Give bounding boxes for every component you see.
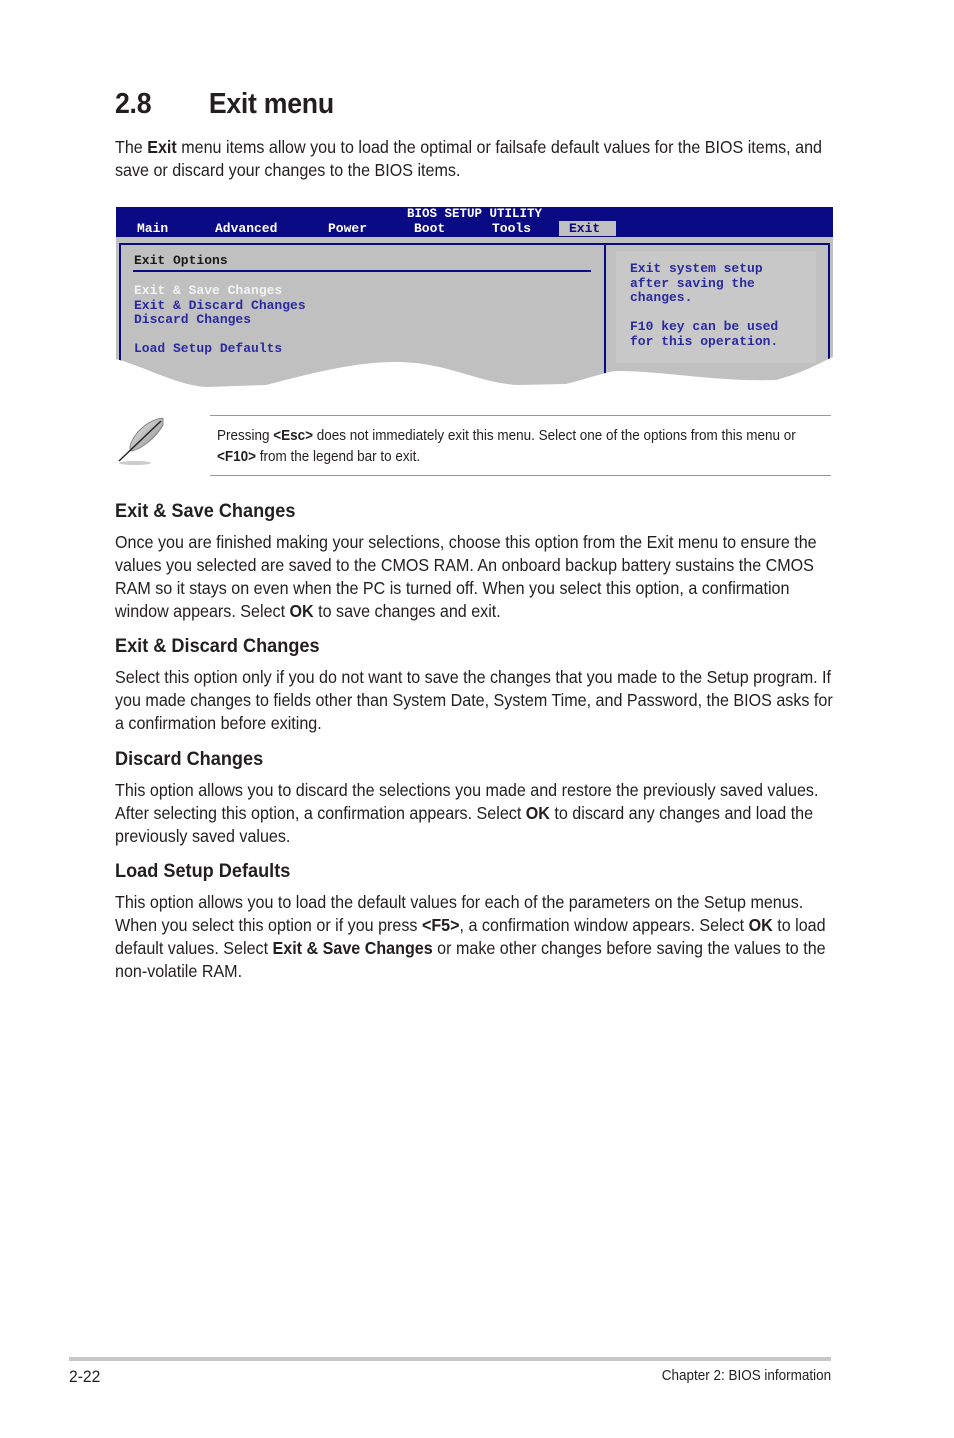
bios-panel-heading: Exit Options	[134, 253, 228, 268]
bios-tab-tools[interactable]: Tools	[492, 221, 531, 236]
bios-tab-boot[interactable]: Boot	[414, 221, 445, 236]
footer-rule	[69, 1357, 831, 1361]
bios-tab-exit[interactable]: Exit	[559, 221, 616, 236]
bold-text: Exit	[147, 137, 177, 157]
note-text: Pressing <Esc> does not immediately exit…	[217, 426, 812, 467]
bios-item-exit-save[interactable]: Exit & Save Changes	[134, 283, 282, 299]
bold-text: OK	[748, 915, 773, 935]
section-number: 2.8	[115, 88, 152, 120]
bold-text: OK	[289, 601, 314, 621]
bold-text: OK	[525, 803, 550, 823]
bios-item-discard[interactable]: Discard Changes	[134, 312, 251, 328]
bios-title: BIOS SETUP UTILITY	[406, 207, 543, 221]
bios-header-bar: BIOS SETUP UTILITY Main Advanced Power B…	[116, 207, 833, 237]
key-f5: <F5>	[421, 915, 460, 935]
text: menu items allow you to load the optimal…	[115, 137, 823, 180]
bios-tab-bar: Main Advanced Power Boot Tools Exit	[116, 221, 833, 236]
chapter-label: Chapter 2: BIOS information	[661, 1368, 831, 1384]
text: from the legend bar to exit.	[255, 448, 421, 465]
bios-help-line: Exit system setup	[630, 261, 763, 276]
bold-text: Exit & Save Changes	[272, 938, 433, 958]
bios-item-exit-discard[interactable]: Exit & Discard Changes	[134, 298, 306, 314]
heading-load-defaults: Load Setup Defaults	[115, 860, 291, 882]
text: to save changes and exit.	[313, 601, 501, 621]
paragraph-load-defaults: This option allows you to load the defau…	[115, 891, 842, 983]
paragraph-discard: This option allows you to discard the se…	[115, 779, 842, 848]
bios-tab-advanced[interactable]: Advanced	[215, 221, 277, 236]
note-bottom-rule	[210, 475, 831, 476]
bios-help-line: after saving the	[630, 275, 755, 291]
section-title-text: Exit menu	[208, 88, 334, 120]
paragraph-exit-save: Once you are finished making your select…	[115, 531, 842, 623]
heading-exit-save: Exit & Save Changes	[115, 500, 296, 522]
section-title: 2.8 Exit menu	[115, 88, 334, 121]
bios-divider	[133, 270, 591, 272]
text: does not immediately exit this menu. Sel…	[312, 428, 796, 444]
page-number: 2-22	[69, 1367, 101, 1386]
intro-paragraph: The Exit menu items allow you to load th…	[115, 136, 842, 182]
feather-pen-icon	[118, 417, 164, 465]
paragraph-exit-discard: Select this option only if you do not wa…	[115, 666, 842, 735]
key-esc: <Esc>	[273, 428, 313, 444]
bios-tab-power[interactable]: Power	[328, 221, 367, 236]
text: , a confirmation window appears. Select	[459, 915, 749, 935]
torn-edge	[116, 347, 833, 397]
key-f10: <F10>	[217, 448, 256, 465]
text: Pressing	[217, 428, 274, 444]
bios-screenshot: BIOS SETUP UTILITY Main Advanced Power B…	[116, 207, 833, 397]
note-top-rule	[210, 415, 831, 416]
bios-tab-main[interactable]: Main	[137, 221, 168, 236]
bios-help-line: changes.	[630, 290, 693, 305]
text: Select this option only if you do not wa…	[115, 667, 833, 733]
bios-help-line: F10 key can be used	[630, 319, 779, 334]
text: The	[115, 137, 148, 157]
heading-discard: Discard Changes	[115, 748, 264, 770]
heading-exit-discard: Exit & Discard Changes	[115, 635, 320, 657]
